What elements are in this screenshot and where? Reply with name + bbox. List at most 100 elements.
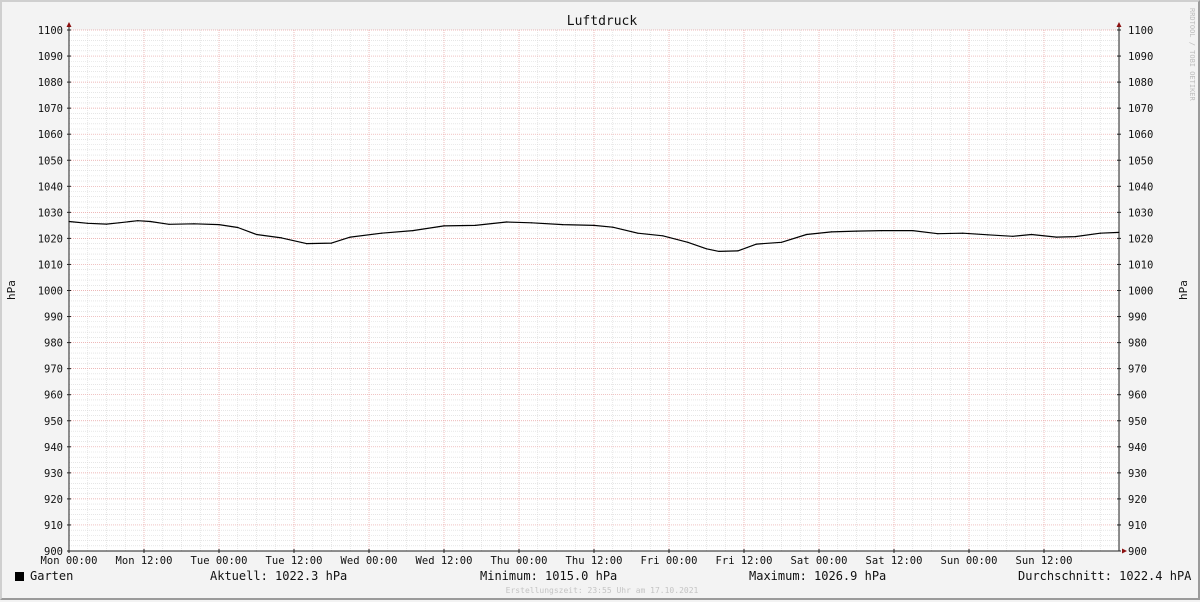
data-point [105, 223, 108, 225]
data-point [855, 230, 858, 232]
y-tick-label-right: 1010 [1128, 259, 1153, 271]
y-ticks-right: 900 910 920 930 940 950 960 970 980 990 1000 1010 10… [1128, 25, 1153, 558]
data-point [237, 226, 239, 229]
y-tick-label: 1040 [38, 181, 63, 193]
y-tick-label: 980 [44, 338, 63, 350]
data-point [280, 237, 283, 239]
y-tick-label-right: 1080 [1128, 77, 1153, 89]
y-tick-label: 1090 [38, 51, 63, 63]
y-tick-label: 990 [44, 312, 63, 324]
x-axis-arrow [1122, 548, 1127, 554]
data-point [830, 231, 833, 233]
x-tick-label: Sun 00:00 [941, 555, 998, 567]
y-tick-label-right: 1100 [1128, 25, 1153, 37]
data-point [737, 250, 739, 252]
data-point [880, 230, 883, 232]
data-point [987, 234, 989, 236]
x-tick-label: Thu 12:00 [566, 555, 623, 567]
x-tick-label: Sat 12:00 [866, 555, 923, 567]
footer-timestamp: Erstellungszeit: 23:55 Uhr am 17.10.2021 [505, 586, 699, 595]
x-tick-label: Tue 12:00 [266, 555, 323, 567]
legend-average: Durchschnitt: 1022.4 hPA [1018, 569, 1192, 583]
data-point [912, 230, 914, 232]
y-tick-label: 1020 [38, 233, 63, 245]
data-point [805, 233, 808, 236]
y-tick-label-right: 930 [1128, 468, 1147, 480]
legend-series: Garten [15, 569, 73, 583]
y-tick-label: 960 [44, 390, 63, 402]
legend-minimum: Minimum: 1015.0 hPa [480, 569, 618, 583]
y-axis-arrow-right [1116, 22, 1122, 27]
x-tick-label: Sat 00:00 [791, 555, 848, 567]
y-tick-label: 930 [44, 468, 63, 480]
y-tick-label-right: 990 [1128, 312, 1147, 324]
data-point [305, 243, 308, 245]
x-tick-label: Mon 12:00 [116, 555, 173, 567]
legend-series-label: Garten [30, 569, 74, 583]
y-tick-label-right: 910 [1128, 520, 1147, 532]
y-tick-label-right: 1000 [1128, 286, 1153, 298]
y-tick-label: 920 [44, 494, 63, 506]
y-axis-label-left: hPa [5, 280, 18, 300]
data-point [962, 232, 964, 234]
legend-current: Aktuell: 1022.3 hPa [210, 569, 348, 583]
x-tick-label: Tue 00:00 [191, 555, 248, 567]
data-point [593, 224, 595, 226]
y-axis-label-right: hPa [1177, 280, 1190, 300]
data-point [443, 225, 445, 227]
y-tick-label-right: 1060 [1128, 129, 1153, 141]
watermark: RRDTOOL / TOBI OETIKER [1188, 8, 1196, 102]
y-axis-arrow-left [66, 22, 72, 27]
y-tick-label: 1100 [38, 25, 63, 37]
y-tick-label-right: 1040 [1128, 181, 1153, 193]
data-point [505, 221, 508, 223]
y-tick-label: 940 [44, 442, 63, 454]
x-ticks: Mon 00:00 Mon 12:00 Tue 00:00 Tue 12:00 Wed … [41, 555, 1073, 567]
data-point [68, 220, 70, 223]
data-point [349, 236, 351, 238]
y-tick-label-right: 1030 [1128, 207, 1153, 219]
data-point [380, 232, 383, 234]
data-point [780, 241, 783, 243]
legend-maximum: Maximum: 1026.9 hPa [749, 569, 887, 583]
y-tick-label: 1070 [38, 103, 63, 115]
y-tick-label: 1010 [38, 259, 63, 271]
data-point [637, 232, 639, 234]
y-tick-label: 910 [44, 520, 63, 532]
data-point [705, 248, 708, 250]
y-tick-label: 1050 [38, 155, 63, 167]
data-point [1055, 236, 1058, 238]
y-tick-label: 1000 [38, 286, 63, 298]
data-point [330, 242, 333, 244]
y-tick-label: 1060 [38, 129, 63, 141]
y-tick-label-right: 900 [1128, 546, 1147, 558]
y-tick-label-right: 1050 [1128, 155, 1153, 167]
legend-swatch [15, 572, 24, 581]
data-point [412, 230, 414, 232]
y-tick-label: 970 [44, 364, 63, 376]
data-point [474, 224, 476, 226]
x-tick-label: Wed 12:00 [416, 555, 473, 567]
y-tick-label: 1080 [38, 77, 63, 89]
data-point [1030, 233, 1033, 236]
y-tick-label-right: 980 [1128, 338, 1147, 350]
data-point [937, 233, 939, 235]
x-tick-label: Mon 00:00 [41, 555, 98, 567]
data-point [1074, 236, 1076, 238]
chart-frame: 900 910 920 930 940 950 960 970 980 990 1000 1010 10… [0, 0, 1200, 600]
y-tick-label-right: 960 [1128, 390, 1147, 402]
y-tick-label-right: 970 [1128, 364, 1147, 376]
x-tick-label: Wed 00:00 [341, 555, 398, 567]
y-tick-label-right: 1090 [1128, 51, 1153, 63]
data-point [718, 250, 720, 252]
data-point [687, 241, 689, 243]
data-point [612, 226, 614, 228]
y-tick-label-right: 1070 [1128, 103, 1153, 115]
data-point [149, 220, 151, 223]
x-tick-label: Fri 12:00 [716, 555, 773, 567]
y-tick-label: 950 [44, 416, 63, 428]
x-tick-label: Fri 00:00 [641, 555, 698, 567]
data-point [193, 223, 195, 225]
data-point [1099, 232, 1101, 234]
data-point [530, 222, 533, 224]
